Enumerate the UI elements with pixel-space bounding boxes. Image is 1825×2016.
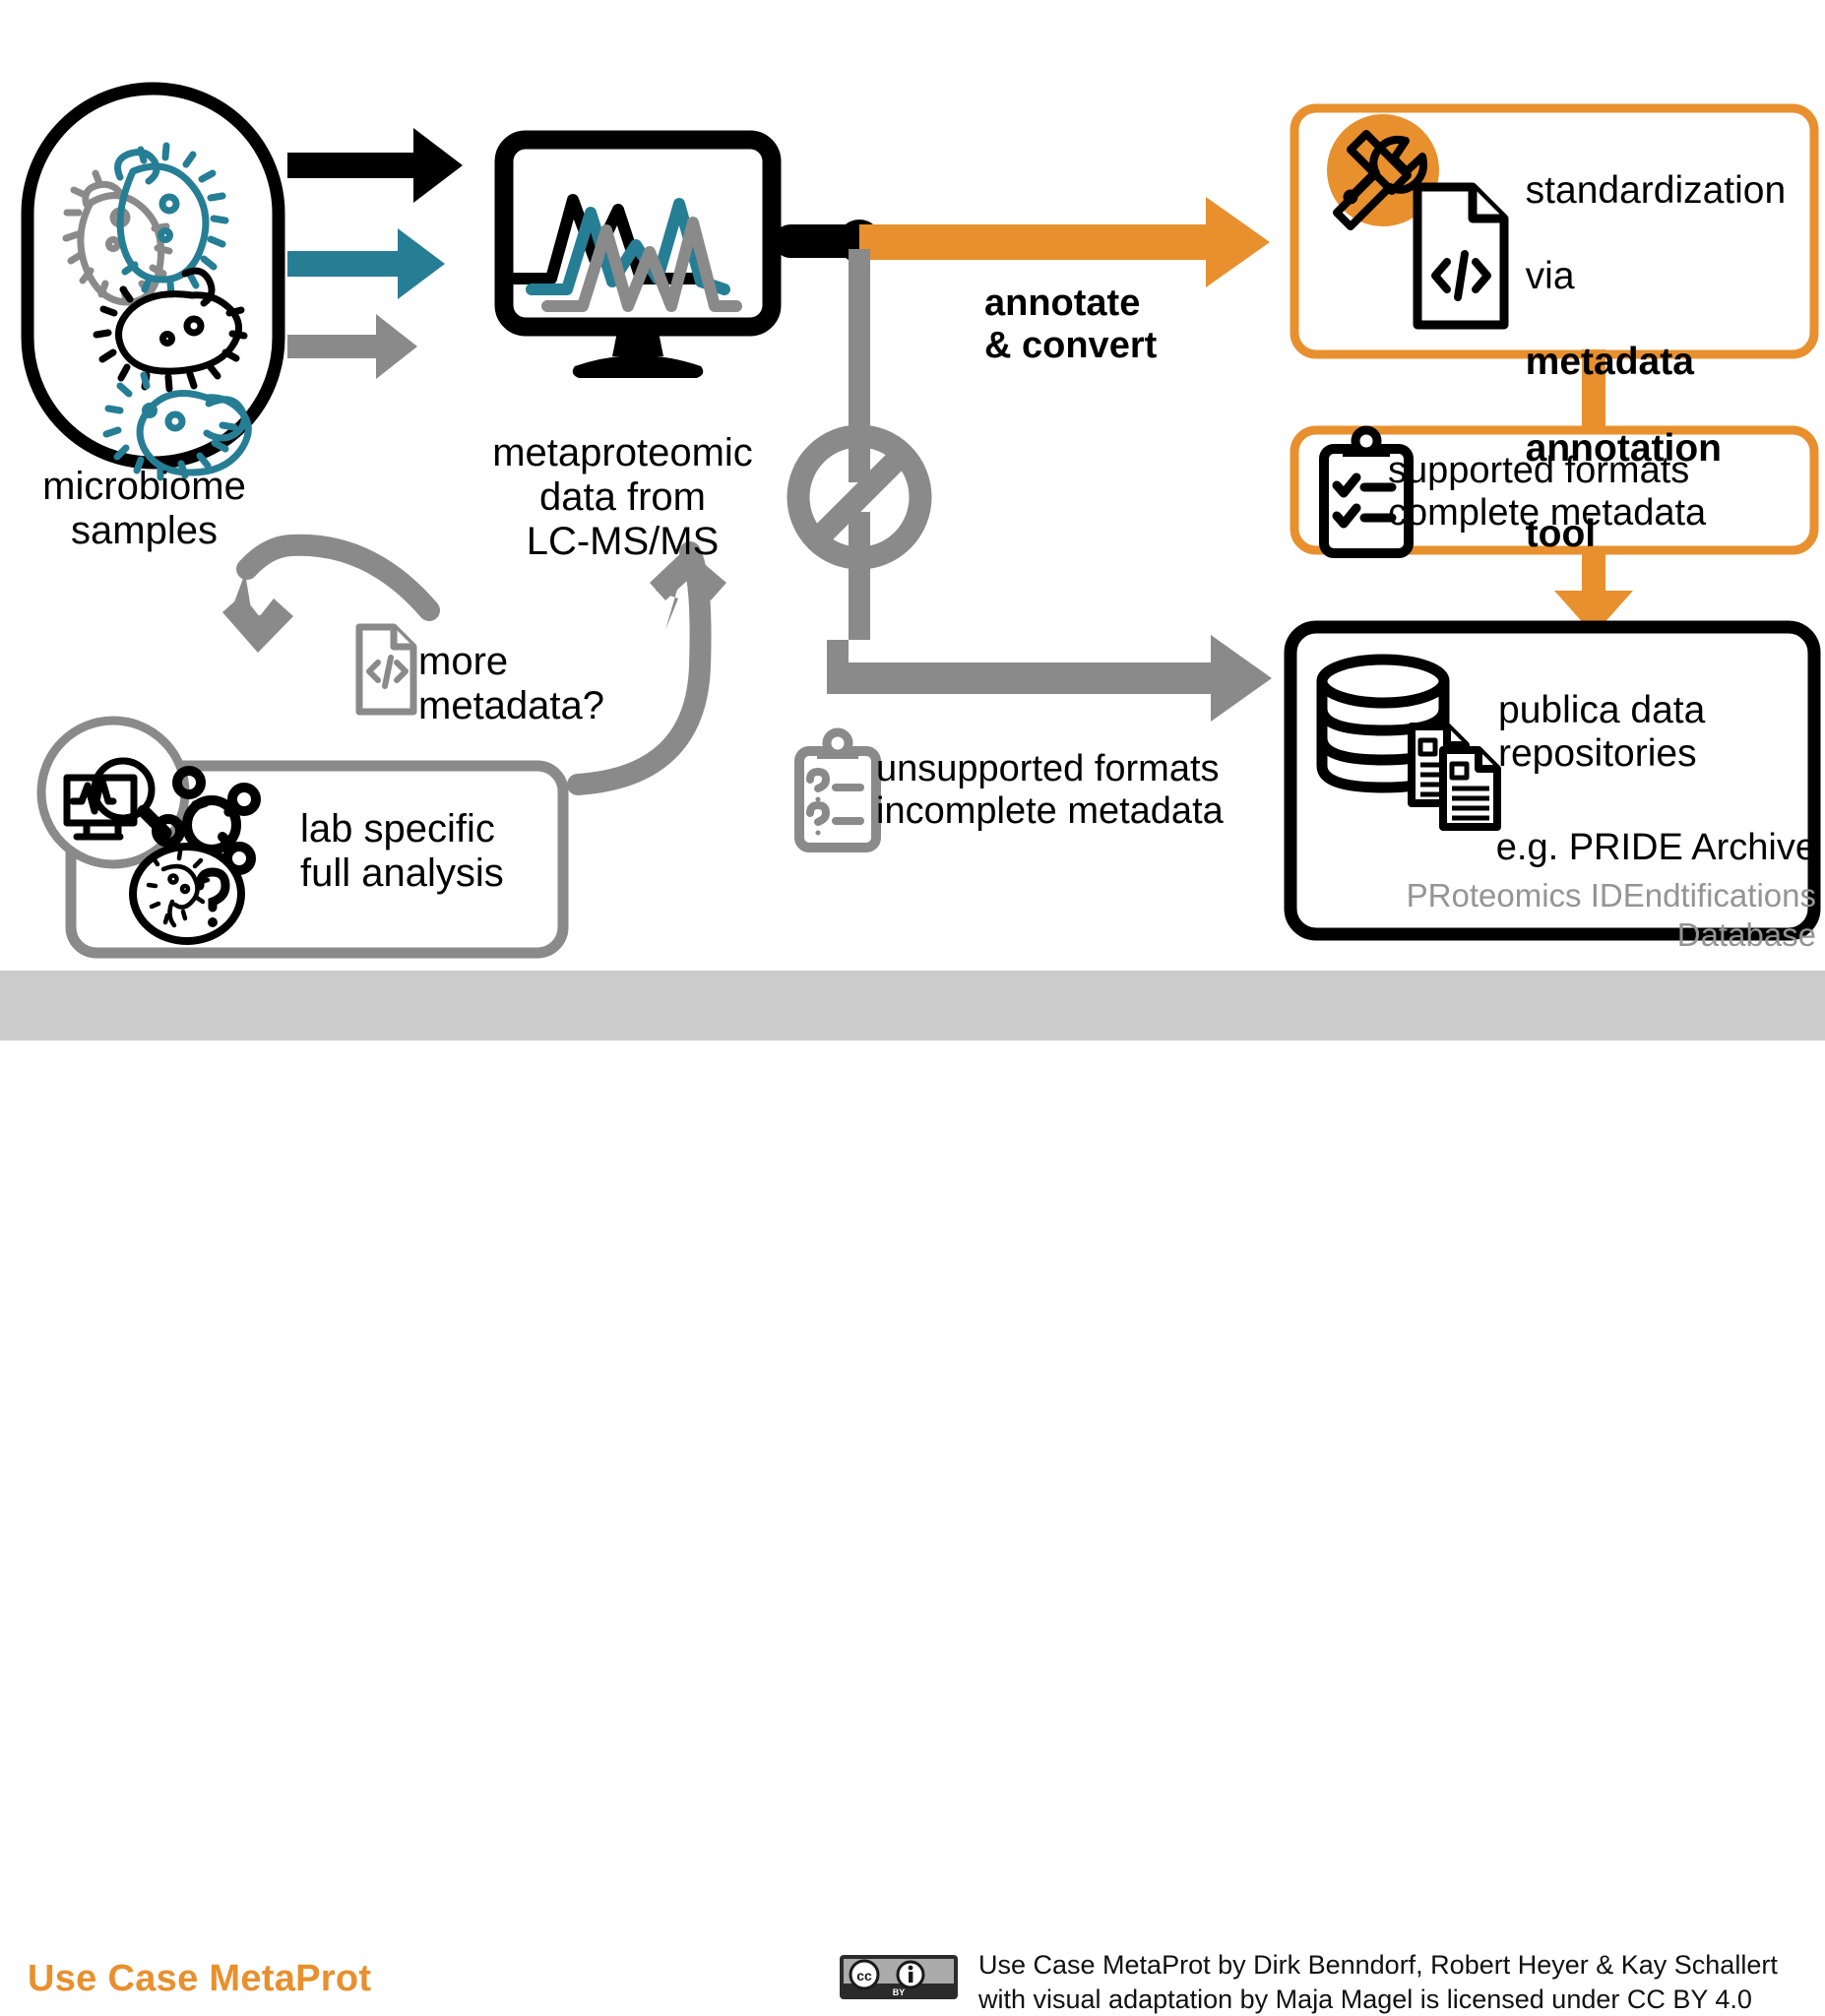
- standardization-line1: standardization: [1525, 168, 1787, 212]
- supported-formats-label: supported formats complete metadata: [1388, 450, 1707, 534]
- svg-text:BY: BY: [893, 1987, 906, 1997]
- code-file-small-icon: [355, 623, 417, 716]
- lab-analysis-label: lab specific full analysis: [300, 807, 504, 895]
- diagram-canvas: microbiome samples metaproteomic data fr…: [0, 0, 1825, 1040]
- standardization-line2: via: [1525, 255, 1575, 298]
- repositories-label: publica data repositories: [1498, 689, 1706, 775]
- arrow-right-gray-to-repo-icon: [827, 635, 1272, 722]
- microbiome-samples-label: microbiome samples: [42, 465, 246, 552]
- code-file-icon: [1413, 182, 1509, 330]
- arrow-right-black-icon: [287, 128, 463, 203]
- unsupported-formats-label: unsupported formats incomplete metadata: [876, 748, 1224, 832]
- footer-bar: Use Case MetaProt cc BY Use Case MetaPro…: [0, 971, 1825, 2014]
- standardization-bold1: metadata: [1525, 341, 1694, 384]
- svg-text:cc: cc: [856, 1968, 872, 1984]
- more-metadata-label: more metadata?: [418, 640, 605, 727]
- monitor-chromatogram-icon: [494, 130, 782, 378]
- arrow-right-orange-icon: [859, 197, 1270, 287]
- microbe-question-icon: [129, 843, 245, 945]
- arrow-loop-gray-head-down: [222, 573, 293, 653]
- pride-expansion-label: PRoteomics IDEndtifications Database: [1406, 877, 1816, 953]
- arrow-right-gray-icon: [287, 314, 417, 379]
- footer-title: Use Case MetaProt: [28, 1958, 372, 1999]
- annotate-convert-label: annotate & convert: [984, 283, 1158, 366]
- arrow-right-teal-icon: [287, 228, 445, 299]
- pride-example-label: e.g. PRIDE Archive: [1495, 827, 1816, 868]
- footer-credit-text: Use Case MetaProt by Dirk Benndorf, Robe…: [978, 1950, 1778, 2014]
- clipboard-question-icon: [794, 727, 881, 852]
- instrument-data-label: metaproteomic data from LC-MS/MS: [492, 431, 753, 563]
- cc-by-badge-icon[interactable]: cc BY: [840, 1955, 958, 1999]
